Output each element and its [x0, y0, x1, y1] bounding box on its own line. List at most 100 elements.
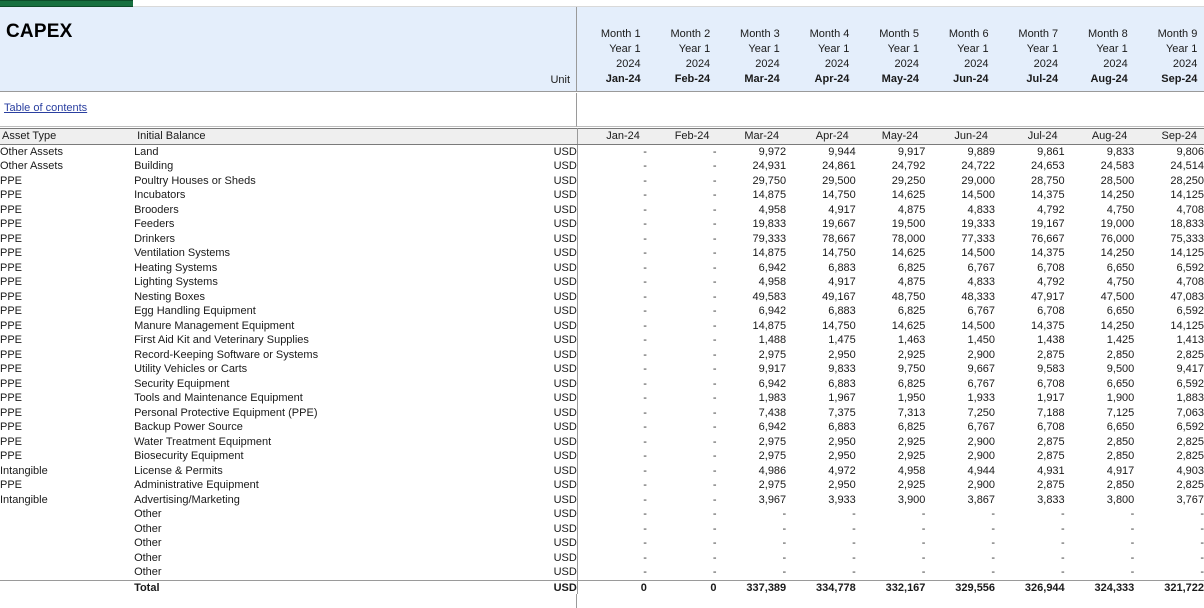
row-item-name: Water Treatment Equipment — [134, 435, 512, 450]
row-value-month-1: - — [577, 290, 647, 305]
row-value-month-6: 9,667 — [925, 362, 995, 377]
row-value-month-7: - — [995, 551, 1065, 566]
row-value-month-9: - — [1134, 522, 1204, 537]
table-row: PPERecord-Keeping Software or SystemsUSD… — [0, 348, 1204, 363]
row-value-month-7: - — [995, 536, 1065, 551]
row-value-month-5: 7,313 — [856, 406, 926, 421]
row-value-month-9: 2,825 — [1134, 435, 1204, 450]
row-item-name: Other — [134, 536, 512, 551]
row-unit: USD — [512, 333, 577, 348]
row-item-name: Building — [134, 159, 512, 174]
row-unit: USD — [512, 232, 577, 247]
row-unit: USD — [512, 377, 577, 392]
row-value-month-8: 6,650 — [1065, 377, 1135, 392]
row-value-month-4: 9,944 — [786, 144, 856, 159]
row-value-month-5: - — [856, 565, 926, 580]
row-value-month-8: 2,850 — [1065, 348, 1135, 363]
row-item-name: Poultry Houses or Sheds — [134, 174, 512, 189]
row-value-month-4: 2,950 — [786, 449, 856, 464]
row-value-month-9: 9,417 — [1134, 362, 1204, 377]
row-value-month-8: 9,500 — [1065, 362, 1135, 377]
row-asset-type: PPE — [0, 232, 134, 247]
row-unit: USD — [512, 159, 577, 174]
row-value-month-2: - — [647, 536, 717, 551]
table-row: PPEBroodersUSD--4,9584,9174,8754,8334,79… — [0, 203, 1204, 218]
row-value-month-3: 2,975 — [717, 478, 787, 493]
table-row: PPEIncubatorsUSD--14,87514,75014,62514,5… — [0, 188, 1204, 203]
month-header-label: May-24 — [882, 72, 919, 87]
capex-sheet: Asset TypeInitial BalanceJan-24Feb-24Mar… — [0, 128, 1204, 596]
month-header-y4: 2024 — [894, 57, 918, 72]
table-row: PPEWater Treatment EquipmentUSD--2,9752,… — [0, 435, 1204, 450]
row-value-month-3: 6,942 — [717, 261, 787, 276]
row-value-month-3: 6,942 — [717, 377, 787, 392]
row-unit: USD — [512, 406, 577, 421]
row-asset-type: PPE — [0, 319, 134, 334]
col-header-month-9: Sep-24 — [1134, 129, 1204, 145]
table-row: PPEFeedersUSD--19,83319,66719,50019,3331… — [0, 217, 1204, 232]
row-value-month-1: - — [577, 362, 647, 377]
row-value-month-8: 2,850 — [1065, 435, 1135, 450]
row-asset-type — [0, 551, 134, 566]
row-value-month-8: 47,500 — [1065, 290, 1135, 305]
row-value-month-2: - — [647, 435, 717, 450]
table-row: IntangibleLicense & PermitsUSD--4,9864,9… — [0, 464, 1204, 479]
row-value-month-9: - — [1134, 507, 1204, 522]
table-row: IntangibleAdvertising/MarketingUSD--3,96… — [0, 493, 1204, 508]
row-value-month-9: 6,592 — [1134, 261, 1204, 276]
month-header-num: Month 1 — [601, 27, 641, 42]
row-asset-type — [0, 522, 134, 537]
row-value-month-8: 14,250 — [1065, 319, 1135, 334]
row-item-name: Advertising/Marketing — [134, 493, 512, 508]
row-value-month-8: - — [1065, 536, 1135, 551]
row-value-month-3: 3,967 — [717, 493, 787, 508]
row-value-month-6: 4,833 — [925, 203, 995, 218]
month-header-label: Jul-24 — [1026, 72, 1058, 87]
row-value-month-5: 14,625 — [856, 188, 926, 203]
row-value-month-3: 79,333 — [717, 232, 787, 247]
toc-strip: Table of contents — [0, 93, 1204, 127]
row-value-month-6: 14,500 — [925, 246, 995, 261]
row-value-month-9: 28,250 — [1134, 174, 1204, 189]
month-header-6: Month 6Year 12024Jun-24 — [925, 7, 995, 91]
col-header-month-1: Jan-24 — [577, 129, 647, 145]
row-asset-type: PPE — [0, 478, 134, 493]
row-value-month-7: 28,750 — [995, 174, 1065, 189]
row-value-month-3: 2,975 — [717, 348, 787, 363]
row-value-month-6: 2,900 — [925, 348, 995, 363]
row-unit: USD — [512, 478, 577, 493]
month-header-year: Year 1 — [818, 42, 849, 57]
row-value-month-1: - — [577, 420, 647, 435]
row-unit: USD — [512, 449, 577, 464]
row-asset-type: Other Assets — [0, 144, 134, 159]
month-header-7: Month 7Year 12024Jul-24 — [995, 7, 1065, 91]
row-value-month-5: - — [856, 507, 926, 522]
row-value-month-3: 7,438 — [717, 406, 787, 421]
col-header-month-7: Jul-24 — [995, 129, 1065, 145]
row-value-month-1: - — [577, 348, 647, 363]
table-row: PPETools and Maintenance EquipmentUSD--1… — [0, 391, 1204, 406]
row-value-month-5: 9,917 — [856, 144, 926, 159]
row-value-month-1: - — [577, 435, 647, 450]
month-header-num: Month 9 — [1158, 27, 1198, 42]
row-value-month-1: - — [577, 551, 647, 566]
row-value-month-7: 9,583 — [995, 362, 1065, 377]
col-header-month-4: Apr-24 — [786, 129, 856, 145]
table-header-row: Asset TypeInitial BalanceJan-24Feb-24Mar… — [0, 129, 1204, 145]
month-header-year: Year 1 — [748, 42, 779, 57]
row-value-month-4: 29,500 — [786, 174, 856, 189]
table-of-contents-link[interactable]: Table of contents — [4, 102, 87, 114]
row-value-month-2: - — [647, 159, 717, 174]
row-unit: USD — [512, 203, 577, 218]
month-header-label: Jan-24 — [606, 72, 641, 87]
row-value-month-2: - — [647, 319, 717, 334]
row-value-month-5: 6,825 — [856, 420, 926, 435]
row-value-month-7: 6,708 — [995, 377, 1065, 392]
row-value-month-4: - — [786, 551, 856, 566]
month-header-num: Month 3 — [740, 27, 780, 42]
row-asset-type: Intangible — [0, 464, 134, 479]
unit-column-header: Unit — [550, 74, 570, 86]
row-value-month-2: - — [647, 565, 717, 580]
top-accent-bar — [0, 0, 1204, 7]
row-value-month-7: 6,708 — [995, 261, 1065, 276]
